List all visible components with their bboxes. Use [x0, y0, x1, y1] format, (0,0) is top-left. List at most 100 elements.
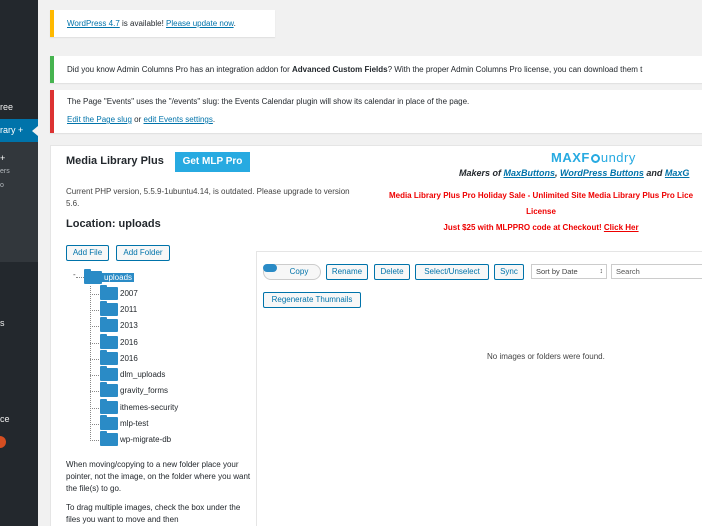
acf-notice-text: Did you know Admin Columns Pro has an in…	[67, 65, 293, 74]
tree-folder-item[interactable]: 2013	[100, 317, 138, 333]
folder-label: gravity_forms	[120, 386, 169, 395]
sidebar-subitem[interactable]: +	[0, 153, 5, 163]
tree-folder-item[interactable]: ithemes-security	[100, 399, 179, 415]
php-version-notice: Current PHP version, 5.5.9-1ubuntu4.14, …	[66, 187, 350, 208]
update-suffix: .	[233, 19, 236, 28]
sidebar-item-free[interactable]: ree	[0, 102, 13, 112]
folder-icon	[100, 382, 118, 398]
logo-text-rest: undry	[600, 150, 636, 165]
logo-o-icon	[590, 154, 600, 163]
update-now-link[interactable]: Please update now	[166, 19, 234, 28]
regenerate-thumbnails-button[interactable]: Regenerate Thumnails	[263, 292, 361, 308]
add-file-button[interactable]: Add File	[66, 245, 109, 261]
delete-button[interactable]: Delete	[374, 264, 410, 280]
tree-connector	[90, 408, 99, 409]
folder-icon	[100, 350, 118, 366]
wordpress-buttons-link[interactable]: WordPress Buttons	[560, 168, 644, 178]
folder-icon	[100, 415, 118, 431]
tree-connector	[90, 343, 99, 344]
folder-icon	[100, 399, 118, 415]
tree-folder-item[interactable]: 2011	[100, 301, 138, 317]
maxgalleria-link[interactable]: MaxG	[665, 168, 690, 178]
update-badge	[0, 436, 6, 448]
tree-root-uploads[interactable]: uploads	[84, 269, 135, 285]
tree-folder-item[interactable]: 2016	[100, 350, 138, 366]
rename-button[interactable]: Rename	[326, 264, 368, 280]
sidebar-subitem[interactable]: ers	[0, 168, 10, 175]
select-unselect-button[interactable]: Select/Unselect	[415, 264, 489, 280]
maxbuttons-link[interactable]: MaxButtons	[504, 168, 556, 178]
edit-events-settings-link[interactable]: edit Events settings	[144, 115, 213, 124]
location-heading: Location: uploads	[66, 218, 161, 230]
folder-label: dlm_uploads	[120, 370, 166, 379]
tree-folder-item[interactable]: 2016	[100, 334, 138, 350]
folder-label: wp-migrate-db	[120, 435, 172, 444]
sidebar-item[interactable]: s	[0, 318, 5, 328]
tree-connector	[90, 440, 99, 441]
tree-connector	[90, 359, 99, 360]
sync-button[interactable]: Sync	[494, 264, 524, 280]
copy-label: Copy	[289, 267, 309, 276]
chevron-updown-icon: ↕	[599, 268, 604, 275]
promo-line-3: Just $25 with MLPPRO code at Checkout! C…	[356, 220, 702, 236]
folder-label: 2016	[120, 338, 138, 347]
makers-line: Makers of MaxButtons, WordPress Buttons …	[459, 168, 689, 178]
tree-connector	[90, 310, 99, 311]
folder-label: 2013	[120, 321, 138, 330]
folder-icon	[100, 431, 118, 447]
tree-connector	[90, 294, 99, 295]
empty-state-message: No images or folders were found.	[487, 352, 605, 361]
acf-addon-notice: Did you know Admin Columns Pro has an in…	[50, 56, 702, 83]
promo-line-2: License	[526, 207, 556, 216]
folder-label: mlp-test	[120, 419, 149, 428]
click-here-link[interactable]: Click Her	[604, 223, 639, 232]
update-text: is available!	[119, 19, 167, 28]
tree-folder-item[interactable]: wp-migrate-db	[100, 431, 172, 447]
promo-line-1: Media Library Plus Pro Holiday Sale - Un…	[388, 191, 694, 200]
get-mlp-pro-button[interactable]: Get MLP Pro	[175, 152, 250, 172]
promo-text: Just $25 with MLPPRO code at Checkout!	[443, 223, 604, 232]
period: .	[212, 115, 216, 124]
sidebar-submenu	[0, 142, 38, 262]
search-input[interactable]	[611, 264, 702, 279]
media-library-panel: Media Library Plus Get MLP Pro MAXF undry…	[50, 145, 702, 526]
folder-tree: - uploads 2007 2011 2013 2016 2016 dlm_u…	[66, 266, 261, 456]
folder-icon	[100, 301, 118, 317]
sidebar-item[interactable]: ce	[0, 414, 10, 424]
folder-label: 2011	[120, 305, 138, 314]
add-folder-button[interactable]: Add Folder	[116, 245, 170, 261]
folder-label: ithemes-security	[120, 403, 179, 412]
acf-name: Advanced Custom Fields	[292, 65, 388, 74]
sort-select[interactable]: Sort by Date ↕	[531, 264, 607, 279]
tree-connector	[90, 375, 99, 376]
tree-folder-item[interactable]: 2007	[100, 285, 138, 301]
sidebar-item-media-library-plus[interactable]: rary +	[0, 119, 38, 142]
events-slug-notice: The Page "Events" uses the "/events" slu…	[50, 90, 702, 133]
tree-folder-item[interactable]: mlp-test	[100, 415, 149, 431]
tree-root-label: uploads	[102, 272, 135, 282]
wordpress-version-link[interactable]: WordPress 4.7	[67, 19, 120, 28]
tree-folder-item[interactable]: gravity_forms	[100, 382, 169, 398]
tree-connector	[90, 391, 99, 392]
tree-connector	[90, 424, 99, 425]
folder-icon	[100, 317, 118, 333]
maxfoundry-logo[interactable]: MAXF undry	[551, 150, 636, 165]
toggle-switch-icon[interactable]	[263, 264, 277, 272]
makers-prefix: Makers of	[459, 168, 504, 178]
sidebar-subitem[interactable]: o	[0, 182, 4, 189]
tree-folder-item[interactable]: dlm_uploads	[100, 366, 166, 382]
folder-label: 2007	[120, 289, 138, 298]
help-text-drag: To drag multiple images, check the box u…	[66, 503, 241, 524]
acf-notice-text-end: ? With the proper Admin Columns Pro lice…	[387, 65, 643, 74]
help-text-moving: When moving/copying to a new folder plac…	[66, 460, 251, 493]
tree-connector	[90, 326, 99, 327]
tree-connector	[76, 277, 84, 278]
folder-icon	[100, 285, 118, 301]
folder-label: 2016	[120, 354, 138, 363]
edit-page-slug-link[interactable]: Edit the Page slug	[67, 115, 132, 124]
makers-and: and	[643, 168, 665, 178]
page-title: Media Library Plus	[66, 155, 164, 167]
folder-icon	[100, 334, 118, 350]
or-text: or	[131, 115, 144, 124]
events-notice-links: Edit the Page slug or edit Events settin…	[67, 115, 702, 124]
